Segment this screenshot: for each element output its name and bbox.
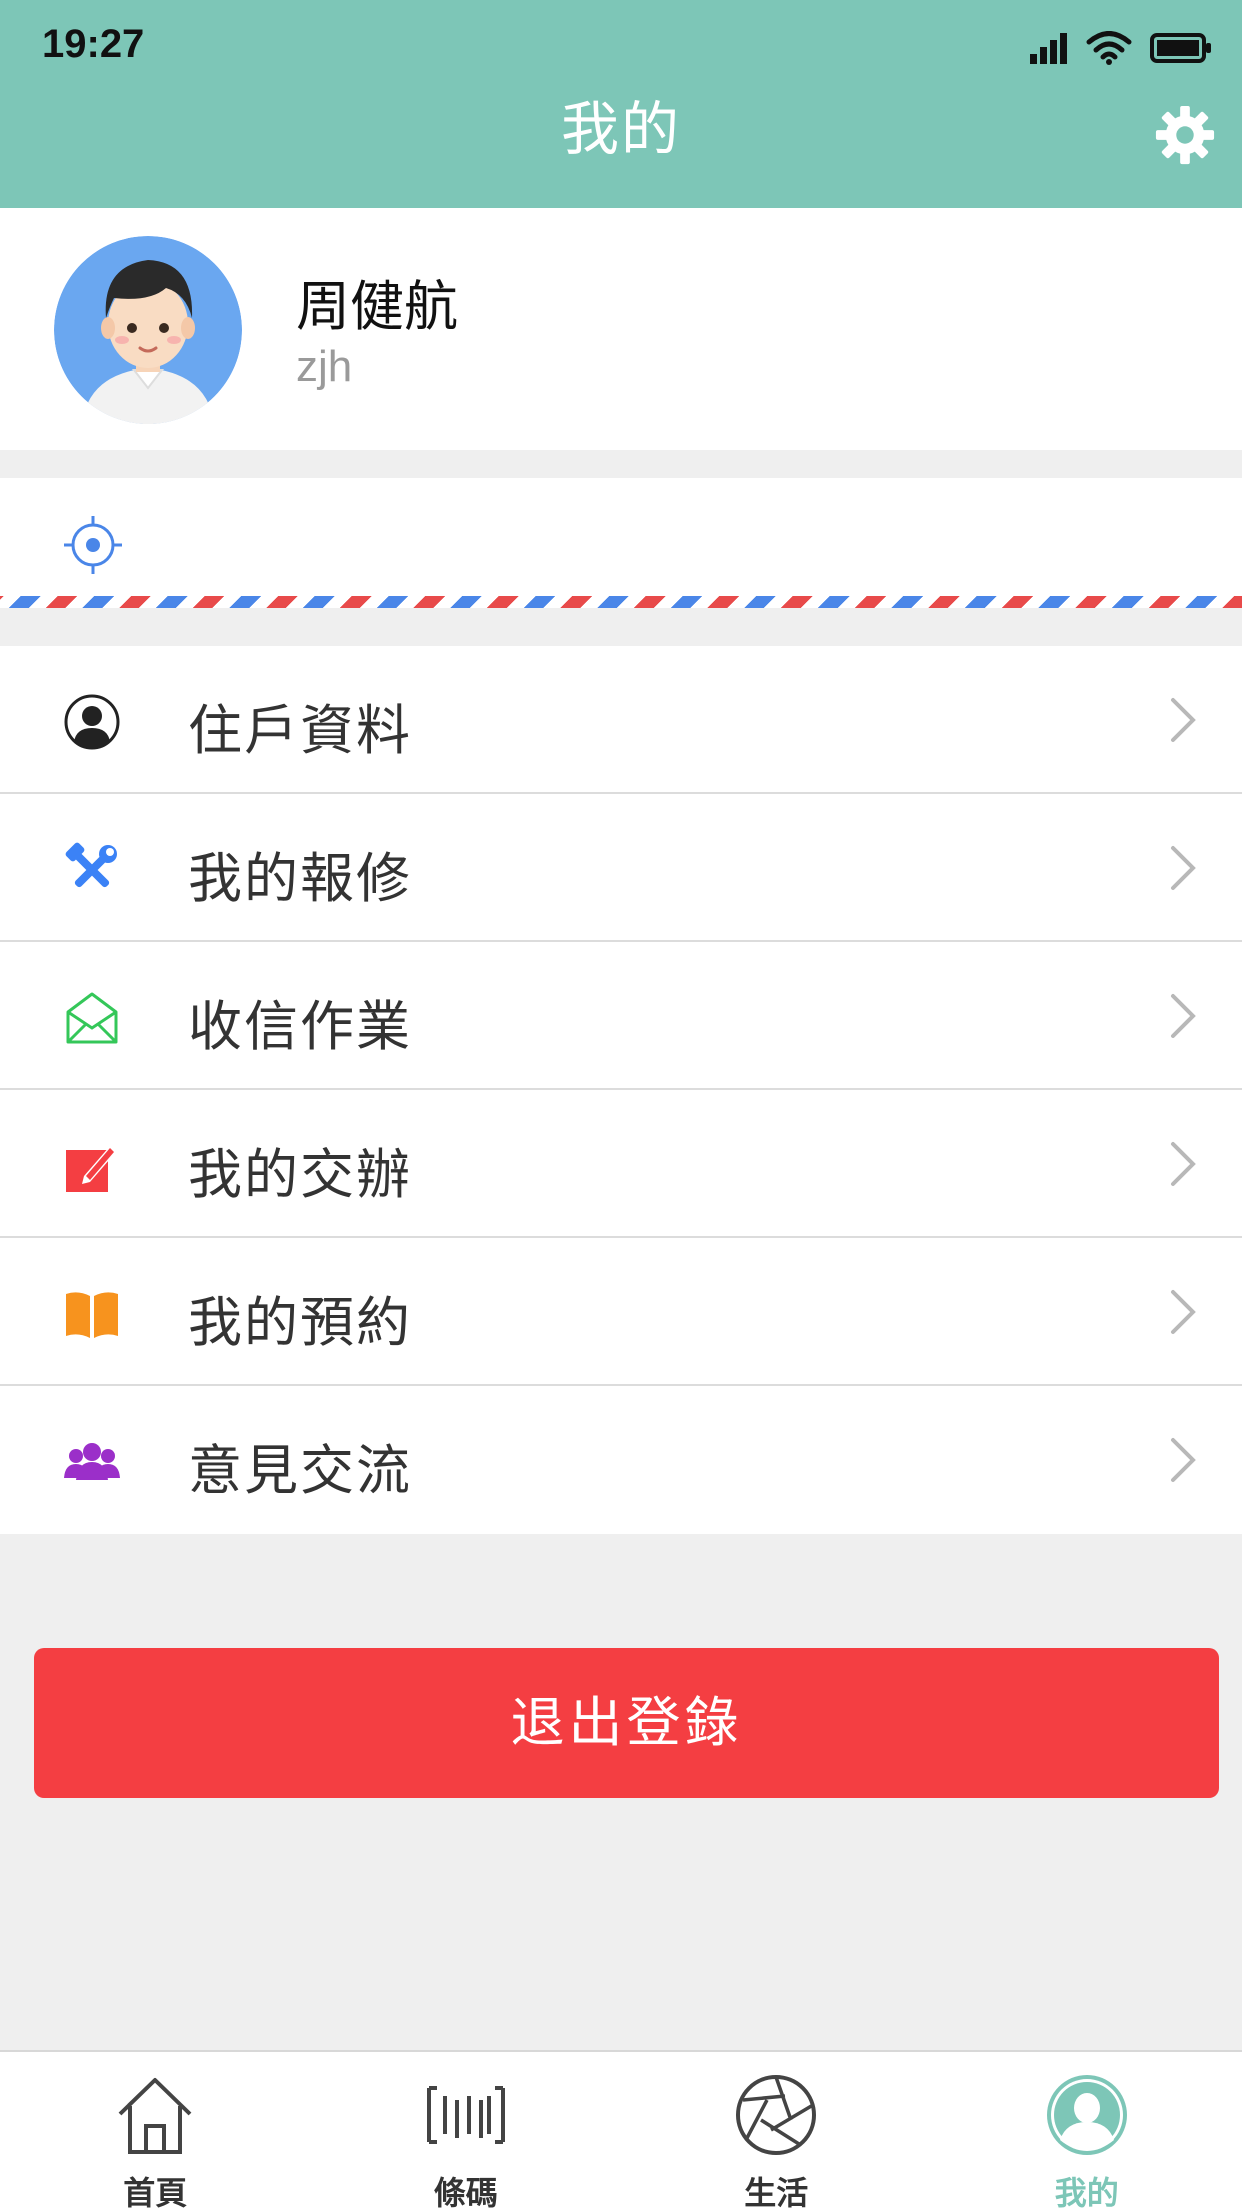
mail-open-icon <box>66 992 118 1044</box>
chevron-right-icon <box>1171 846 1196 890</box>
chevron-right-icon <box>1171 1438 1196 1482</box>
menu-item-my-reservations[interactable]: 我的預約 <box>0 1238 1242 1386</box>
wifi-icon <box>1086 31 1132 65</box>
menu-item-my-assignments[interactable]: 我的交辦 <box>0 1090 1242 1238</box>
chevron-right-icon <box>1171 1142 1196 1186</box>
tab-label: 我的 <box>1054 2174 1119 2208</box>
profile-icon <box>1046 2075 1127 2155</box>
bottom-tab-bar: 首頁 條碼 生活 我的 <box>0 2050 1242 2208</box>
tab-life[interactable]: 生活 <box>621 2052 932 2208</box>
group-icon <box>64 1443 120 1480</box>
chevron-right-icon <box>1171 698 1196 742</box>
aperture-icon <box>736 2075 817 2155</box>
tab-home[interactable]: 首頁 <box>0 2052 311 2208</box>
menu-item-resident-info[interactable]: 住戶資料 <box>0 646 1242 794</box>
signal-icon <box>1030 33 1067 64</box>
menu-item-my-repairs[interactable]: 我的報修 <box>0 794 1242 942</box>
tab-label: 首頁 <box>123 2174 188 2208</box>
profile-card[interactable]: 周健航 zjh <box>0 208 1242 450</box>
avatar <box>54 236 242 424</box>
home-icon <box>118 2078 192 2154</box>
chevron-right-icon <box>1171 994 1196 1038</box>
logout-button[interactable]: 退出登錄 <box>34 1648 1219 1798</box>
tab-label: 生活 <box>744 2174 809 2208</box>
user-username: zjh <box>296 342 353 391</box>
status-icons <box>1028 28 1212 68</box>
menu-label: 收信作業 <box>188 995 412 1058</box>
tools-icon <box>65 842 117 888</box>
menu-label: 我的報修 <box>188 847 412 910</box>
settings-gear-icon[interactable] <box>1154 104 1216 166</box>
address-strip[interactable] <box>0 478 1242 608</box>
chevron-right-icon <box>1171 1290 1196 1334</box>
menu-item-feedback[interactable]: 意見交流 <box>0 1386 1242 1534</box>
edit-note-icon <box>66 1146 116 1192</box>
menu-list: 住戶資料 我的報修 收信作業 我的交辦 我的預約 意見交流 <box>0 646 1242 1534</box>
app-header: 19:27 我的 <box>0 0 1242 208</box>
airmail-border <box>0 596 1242 608</box>
person-circle-icon <box>64 694 120 750</box>
menu-label: 意見交流 <box>188 1439 412 1502</box>
open-book-icon <box>66 1292 118 1338</box>
menu-label: 住戶資料 <box>188 699 412 762</box>
menu-label: 我的預約 <box>188 1291 412 1354</box>
menu-label: 我的交辦 <box>188 1143 412 1206</box>
page-title: 我的 <box>560 95 681 163</box>
menu-item-mail-receiving[interactable]: 收信作業 <box>0 942 1242 1090</box>
status-time: 19:27 <box>42 22 145 66</box>
battery-icon <box>1150 33 1211 63</box>
tab-barcode[interactable]: 條碼 <box>311 2052 622 2208</box>
tab-mine[interactable]: 我的 <box>932 2052 1242 2208</box>
barcode-icon <box>426 2086 505 2144</box>
tab-label: 條碼 <box>433 2174 498 2208</box>
location-target-icon <box>64 516 122 574</box>
user-name: 周健航 <box>296 275 458 338</box>
